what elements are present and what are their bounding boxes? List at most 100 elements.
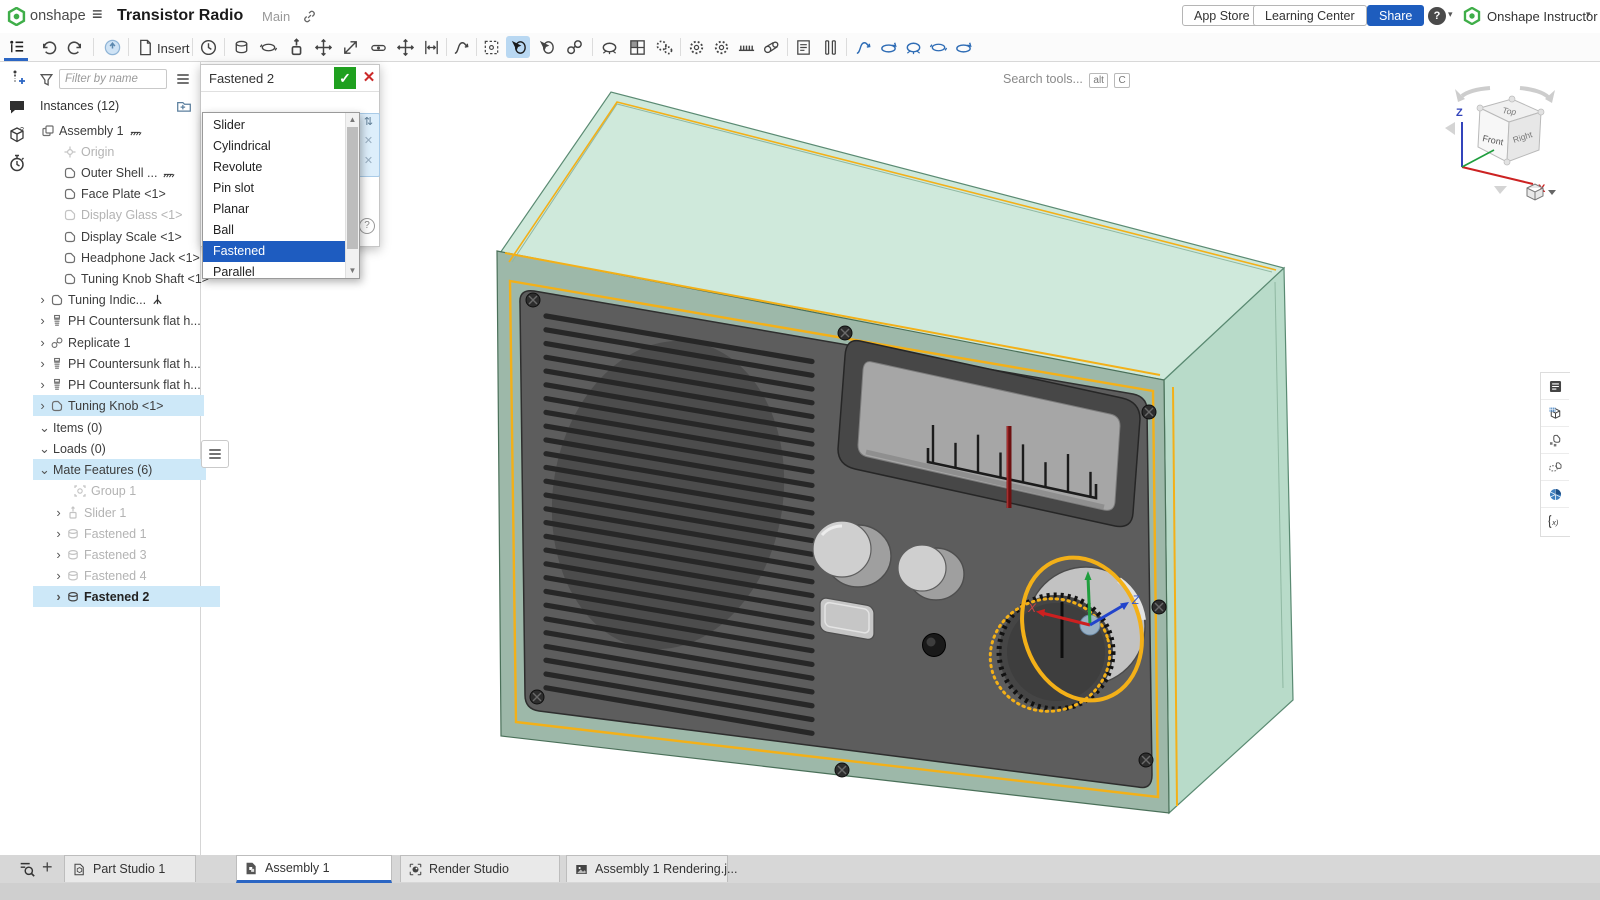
- mate-tool-icon-active[interactable]: [506, 36, 530, 58]
- share-link-icon[interactable]: [302, 9, 317, 24]
- relations-icon[interactable]: [652, 36, 676, 58]
- section-mate-features[interactable]: ⌄Mate Features (6): [33, 459, 206, 480]
- sprocket-relation-icon[interactable]: [709, 36, 733, 58]
- clear-connector-icon[interactable]: ✕: [358, 151, 379, 171]
- document-title[interactable]: Transistor Radio: [117, 7, 243, 25]
- display-states-panel-icon[interactable]: [1541, 454, 1569, 481]
- collapse-chevron-icon[interactable]: ⌄: [39, 420, 50, 436]
- undo-button[interactable]: [36, 36, 60, 58]
- section-loads[interactable]: ⌄Loads (0): [33, 438, 206, 459]
- collapse-chevron-icon[interactable]: ⌄: [39, 441, 50, 457]
- gear-relation-icon[interactable]: [684, 36, 708, 58]
- appearance-panel-icon[interactable]: [1541, 481, 1569, 508]
- parts-panel-icon[interactable]: [1541, 427, 1569, 454]
- search-tools-label[interactable]: Search tools...: [1003, 72, 1083, 86]
- expand-chevron-icon[interactable]: ›: [37, 398, 48, 413]
- animate-icon-5[interactable]: [951, 36, 975, 58]
- expand-chevron-icon[interactable]: ›: [53, 568, 64, 583]
- tree-item-group-1[interactable]: Group 1: [33, 480, 238, 501]
- mate-connector-icon[interactable]: [449, 36, 473, 58]
- ball-mate-icon[interactable]: [393, 36, 417, 58]
- tree-item-slider-1[interactable]: ›Slider 1: [33, 502, 220, 523]
- feature-list-panel-icon[interactable]: [1541, 373, 1569, 400]
- clear-connector-icon[interactable]: ✕: [358, 131, 379, 151]
- dropdown-scrollbar[interactable]: ▲ ▼: [345, 113, 359, 278]
- expand-chevron-icon[interactable]: ›: [53, 589, 64, 604]
- dropdown-item-ball[interactable]: Ball: [203, 220, 355, 241]
- dialog-cancel-button[interactable]: ✕: [359, 67, 379, 89]
- expand-chevron-icon[interactable]: ›: [53, 505, 64, 520]
- dialog-help-icon[interactable]: ?: [359, 218, 375, 234]
- tab-assembly-rendering[interactable]: Assembly 1 Rendering.j...: [566, 855, 728, 882]
- pin-slot-mate-icon[interactable]: [366, 36, 390, 58]
- tree-item-ph-countersunk-1[interactable]: ›PH Countersunk flat h...: [33, 310, 204, 331]
- dropdown-item-fastened-selected[interactable]: Fastened: [203, 241, 355, 262]
- planar-mate-icon[interactable]: [311, 36, 335, 58]
- account-caret-icon[interactable]: ▾: [1586, 9, 1591, 20]
- tree-item-fastened-1[interactable]: ›Fastened 1: [33, 523, 220, 544]
- expand-chevron-icon[interactable]: ›: [37, 292, 48, 307]
- list-view-icon[interactable]: [175, 71, 191, 87]
- dropdown-item-planar[interactable]: Planar: [203, 199, 355, 220]
- animate-icon-1[interactable]: [851, 36, 875, 58]
- fastened-mate-icon[interactable]: [229, 36, 253, 58]
- mate-list-toggle-button[interactable]: [201, 440, 229, 468]
- tree-item-tuning-knob-shaft[interactable]: Tuning Knob Shaft <1>: [33, 268, 228, 289]
- update-sync-icon[interactable]: [100, 36, 124, 58]
- tree-item-fastened-3[interactable]: ›Fastened 3: [33, 544, 220, 565]
- tab-render-studio[interactable]: Render Studio: [400, 855, 560, 882]
- share-button[interactable]: Share: [1367, 5, 1424, 26]
- scroll-down-icon[interactable]: ▼: [346, 266, 359, 275]
- insert-icon[interactable]: [133, 36, 157, 58]
- bom-icon[interactable]: [791, 36, 815, 58]
- snapshot-icon[interactable]: [625, 36, 649, 58]
- tree-item-ph-countersunk-2[interactable]: ›PH Countersunk flat h...: [33, 353, 204, 374]
- tree-item-outer-shell[interactable]: Outer Shell ...: [33, 162, 228, 183]
- expand-chevron-icon[interactable]: ›: [37, 377, 48, 392]
- slider-mate-icon[interactable]: [284, 36, 308, 58]
- expand-chevron-icon[interactable]: ›: [53, 547, 64, 562]
- tree-item-tuning-indicator[interactable]: ›Tuning Indic...: [33, 289, 204, 310]
- dropdown-item-pin-slot[interactable]: Pin slot: [203, 178, 355, 199]
- search-tools[interactable]: Search tools... alt C: [1003, 72, 1130, 88]
- dropdown-item-cylindrical[interactable]: Cylindrical: [203, 136, 355, 157]
- search-tabs-icon[interactable]: [18, 860, 36, 878]
- learning-center-button[interactable]: Learning Center: [1253, 5, 1367, 26]
- redo-button[interactable]: [63, 36, 87, 58]
- animate-icon-2[interactable]: [876, 36, 900, 58]
- instances-panel-toggle[interactable]: [4, 36, 28, 58]
- dropdown-item-revolute[interactable]: Revolute: [203, 157, 355, 178]
- flip-connector-icon[interactable]: ⇅: [358, 114, 379, 131]
- collapse-chevron-icon[interactable]: ⌄: [39, 462, 50, 478]
- comments-icon[interactable]: [7, 97, 27, 117]
- animate-icon-3[interactable]: [901, 36, 925, 58]
- expand-chevron-icon[interactable]: ›: [37, 313, 48, 328]
- workspace-name[interactable]: Main: [262, 9, 290, 24]
- variables-panel-icon[interactable]: [1541, 508, 1569, 534]
- tree-item-replicate-1[interactable]: ›Replicate 1: [33, 332, 204, 353]
- tree-item-fastened-2[interactable]: ›Fastened 2: [33, 586, 220, 607]
- drag-part-icon[interactable]: [534, 36, 558, 58]
- expand-chevron-icon[interactable]: ›: [37, 356, 48, 371]
- brand-name[interactable]: onshape: [30, 8, 86, 24]
- configurations-panel-icon[interactable]: [1541, 400, 1569, 427]
- help-caret-icon[interactable]: ▾: [1448, 9, 1453, 20]
- insert-folder-icon[interactable]: [176, 98, 192, 114]
- tree-item-display-glass[interactable]: Display Glass <1>: [33, 204, 228, 225]
- tree-item-ph-countersunk-3[interactable]: ›PH Countersunk flat h...: [33, 374, 204, 395]
- add-tab-button[interactable]: +: [42, 857, 53, 878]
- headphone-jack-part[interactable]: [923, 634, 946, 657]
- tree-item-origin[interactable]: Origin: [33, 141, 228, 162]
- expand-chevron-icon[interactable]: ›: [37, 335, 48, 350]
- expand-chevron-icon[interactable]: ›: [53, 526, 64, 541]
- onshape-logo-icon[interactable]: [7, 7, 26, 26]
- help-cube-icon[interactable]: [7, 125, 27, 145]
- replicate-icon[interactable]: [562, 36, 586, 58]
- scroll-up-icon[interactable]: ▲: [346, 115, 359, 124]
- account-name[interactable]: Onshape Instructor: [1487, 9, 1598, 24]
- cylindrical-mate-icon[interactable]: [338, 36, 362, 58]
- dialog-accept-button[interactable]: ✓: [334, 67, 356, 89]
- animate-icon-4[interactable]: [926, 36, 950, 58]
- rack-pinion-icon[interactable]: [734, 36, 758, 58]
- app-store-button[interactable]: App Store: [1182, 5, 1262, 26]
